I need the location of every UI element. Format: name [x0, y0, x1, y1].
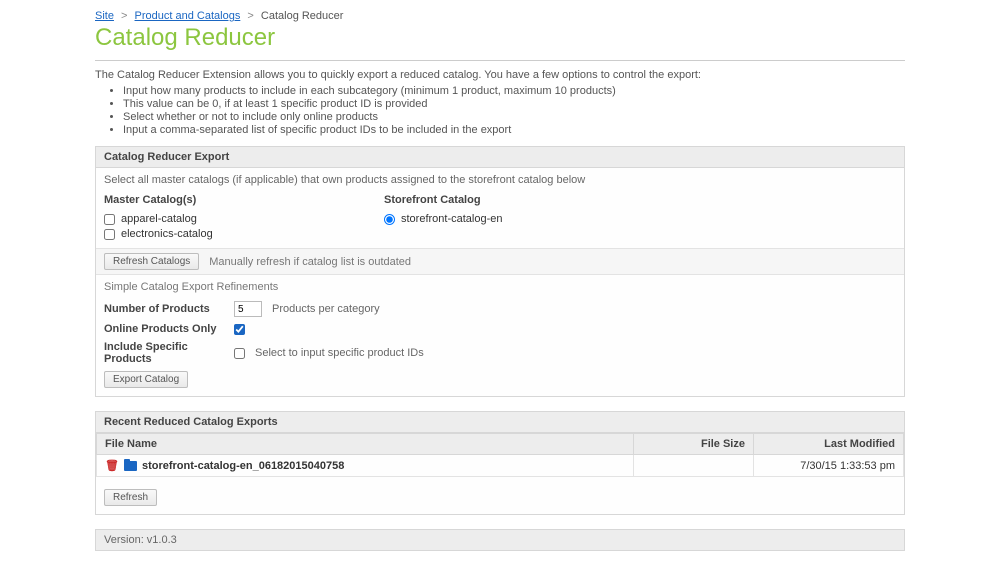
breadcrumb-sep: >: [247, 10, 253, 22]
include-specific-checkbox[interactable]: [234, 348, 245, 359]
online-only-checkbox[interactable]: [234, 324, 245, 335]
intro-bullet: Input a comma-separated list of specific…: [123, 124, 905, 136]
refresh-catalogs-hint: Manually refresh if catalog list is outd…: [209, 256, 411, 268]
recent-heading: Recent Reduced Catalog Exports: [96, 412, 904, 433]
col-modified: Last Modified: [754, 434, 904, 455]
breadcrumb-sep: >: [121, 10, 127, 22]
storefront-catalog-radio[interactable]: [384, 214, 395, 225]
breadcrumb-current: Catalog Reducer: [261, 10, 344, 22]
export-heading: Catalog Reducer Export: [96, 147, 904, 168]
breadcrumb-products[interactable]: Product and Catalogs: [135, 10, 241, 22]
col-filesize: File Size: [634, 434, 754, 455]
master-catalog-option: apparel-catalog: [121, 213, 197, 225]
export-panel: Catalog Reducer Export Select all master…: [95, 146, 905, 397]
breadcrumb-site[interactable]: Site: [95, 10, 114, 22]
refinements-subhead: Simple Catalog Export Refinements: [104, 281, 896, 293]
storefront-catalog-option: storefront-catalog-en: [401, 213, 503, 225]
intro-bullet: Select whether or not to include only on…: [123, 111, 905, 123]
recent-table: File Name File Size Last Modified 🗑 stor…: [96, 433, 904, 477]
master-catalog-label: Master Catalog(s): [104, 194, 324, 206]
master-catalog-checkbox-electronics[interactable]: [104, 229, 115, 240]
page-title: Catalog Reducer: [95, 24, 905, 52]
master-catalog-option: electronics-catalog: [121, 228, 213, 240]
divider: [95, 60, 905, 61]
file-name[interactable]: storefront-catalog-en_06182015040758: [142, 460, 344, 472]
export-catalog-button[interactable]: Export Catalog: [104, 371, 188, 388]
num-products-label: Number of Products: [104, 303, 234, 315]
file-size: [634, 455, 754, 477]
num-products-input[interactable]: [234, 301, 262, 317]
intro-list: Input how many products to include in ea…: [123, 85, 905, 136]
export-hint: Select all master catalogs (if applicabl…: [104, 174, 896, 186]
storefront-catalog-label: Storefront Catalog: [384, 194, 503, 206]
intro-bullet: This value can be 0, if at least 1 speci…: [123, 98, 905, 110]
include-specific-label: Include Specific Products: [104, 341, 234, 365]
trash-icon[interactable]: 🗑: [105, 459, 119, 472]
file-modified: 7/30/15 1:33:53 pm: [754, 455, 904, 477]
recent-panel: Recent Reduced Catalog Exports File Name…: [95, 411, 905, 515]
intro-bullet: Input how many products to include in ea…: [123, 85, 905, 97]
master-catalog-checkbox-apparel[interactable]: [104, 214, 115, 225]
refresh-button[interactable]: Refresh: [104, 489, 157, 506]
include-specific-after: Select to input specific product IDs: [255, 347, 424, 359]
breadcrumb: Site > Product and Catalogs > Catalog Re…: [95, 10, 905, 22]
folder-icon[interactable]: [124, 461, 137, 471]
version-label: Version: v1.0.3: [95, 529, 905, 551]
intro-text: The Catalog Reducer Extension allows you…: [95, 69, 905, 81]
table-row: 🗑 storefront-catalog-en_06182015040758 7…: [97, 455, 904, 477]
online-only-label: Online Products Only: [104, 323, 234, 335]
col-filename: File Name: [97, 434, 634, 455]
num-products-after: Products per category: [272, 303, 380, 315]
refresh-catalogs-button[interactable]: Refresh Catalogs: [104, 253, 199, 270]
